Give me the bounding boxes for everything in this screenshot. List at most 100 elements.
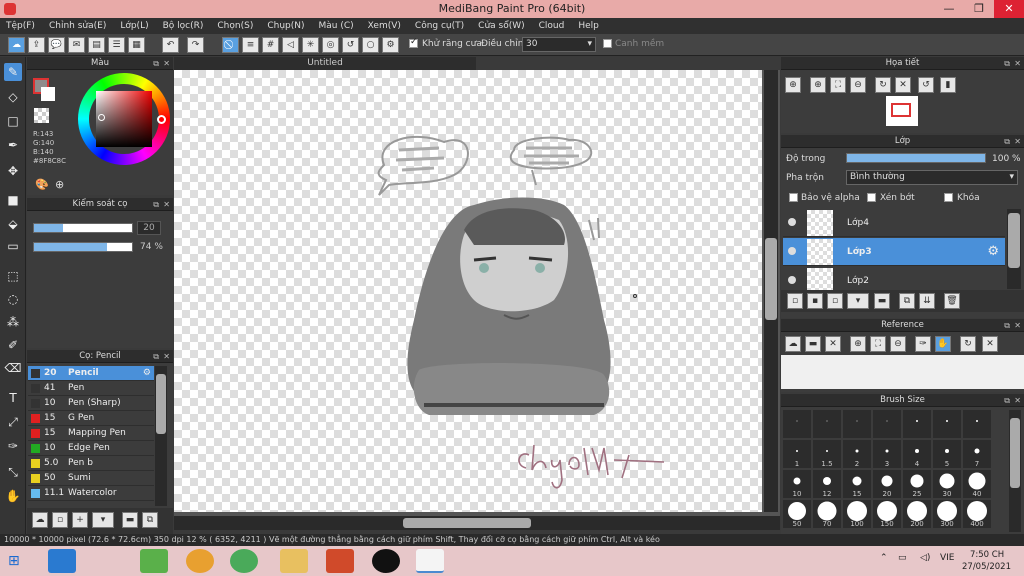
gradient-tool-icon[interactable]: ▭ xyxy=(4,237,22,255)
brush-size-cell[interactable]: 12 xyxy=(813,470,841,498)
clipping-checkbox[interactable] xyxy=(867,193,876,202)
chrome-icon[interactable] xyxy=(186,549,214,573)
volume-icon[interactable]: ◁) xyxy=(920,553,930,563)
protect-alpha-checkbox[interactable] xyxy=(789,193,798,202)
brush-size-cell[interactable]: 1 xyxy=(783,440,811,468)
language-indicator[interactable]: VIE xyxy=(940,553,955,563)
fill-tool-icon[interactable]: ⬙ xyxy=(4,215,22,233)
folder-icon[interactable]: ▬ xyxy=(874,293,890,309)
brush-size-cell[interactable] xyxy=(933,410,961,438)
shape-tool-icon[interactable]: ■ xyxy=(4,191,22,209)
undock-icon[interactable]: ⧉ xyxy=(1004,319,1010,332)
undock-icon[interactable]: ⧉ xyxy=(153,350,159,363)
brush-size-cell[interactable] xyxy=(873,410,901,438)
comment-icon[interactable]: 💬 xyxy=(48,37,65,53)
menu-layer[interactable]: Lớp(L) xyxy=(120,21,148,31)
export-icon[interactable]: ⇪ xyxy=(28,37,45,53)
menu-snap[interactable]: Chụp(N) xyxy=(267,21,304,31)
perspective-snap-icon[interactable]: ◁ xyxy=(282,37,299,53)
brush-size-cell[interactable] xyxy=(843,410,871,438)
brush-size-cell[interactable]: 300 xyxy=(933,500,961,528)
undo-icon[interactable]: ↶ xyxy=(162,37,179,53)
grid-snap-icon[interactable]: # xyxy=(262,37,279,53)
fit-icon[interactable]: ⛶ xyxy=(830,77,846,93)
transparent-swatch[interactable] xyxy=(34,108,49,123)
operation-tool-icon[interactable]: ⤢ xyxy=(4,413,22,431)
clock-time[interactable]: 7:50 CH xyxy=(970,550,1004,560)
duplicate-layer-icon[interactable]: ⧉ xyxy=(899,293,915,309)
dot-tool-icon[interactable]: □ xyxy=(4,112,22,130)
brush-size-cell[interactable] xyxy=(783,410,811,438)
grid-icon[interactable]: ▦ xyxy=(128,37,145,53)
brush-item[interactable]: 11.1 Watercolor xyxy=(28,486,154,501)
antialias-checkbox[interactable] xyxy=(409,37,418,48)
brush-menu-icon[interactable]: ▾ xyxy=(92,512,114,528)
brush-size-cell[interactable]: 20 xyxy=(873,470,901,498)
gear-icon[interactable]: ⚙ xyxy=(143,366,151,381)
drawing-canvas[interactable] xyxy=(174,70,762,512)
document-tab[interactable]: Untitled xyxy=(174,57,476,70)
brush-item[interactable]: 10 Edge Pen xyxy=(28,441,154,456)
tray-chevron-icon[interactable]: ⌃ xyxy=(880,553,888,563)
brush-item[interactable]: 15 G Pen xyxy=(28,411,154,426)
secondary-color-swatch[interactable] xyxy=(41,87,55,101)
brush-list-scrollbar[interactable] xyxy=(155,366,167,506)
cloud-brush-icon[interactable]: ☁ xyxy=(32,512,48,528)
adjust-select[interactable]: 30 ▾ xyxy=(522,37,596,52)
menu-file[interactable]: Tệp(F) xyxy=(6,21,35,31)
undock-icon[interactable]: ⧉ xyxy=(153,57,159,70)
magic-wand-icon[interactable]: ⁂ xyxy=(4,313,22,331)
folder-icon[interactable]: ▬ xyxy=(122,512,138,528)
parallel-snap-icon[interactable]: ≡ xyxy=(242,37,259,53)
clock-date[interactable]: 27/05/2021 xyxy=(962,562,1011,572)
menu-tools[interactable]: Công cụ(T) xyxy=(415,21,464,31)
brush-opacity-slider[interactable] xyxy=(33,242,133,252)
brush-item[interactable]: 20 Pencil ⚙ xyxy=(28,366,154,381)
brush-size-cell[interactable] xyxy=(813,410,841,438)
menu-select[interactable]: Chọn(S) xyxy=(217,21,253,31)
close-icon[interactable]: ✕ xyxy=(163,57,170,70)
layer-row[interactable]: Lớp3 ⚙ xyxy=(783,238,1005,266)
lock-checkbox[interactable] xyxy=(944,193,953,202)
brush-size-cell[interactable]: 150 xyxy=(873,500,901,528)
chat-icon[interactable]: ✉ xyxy=(68,37,85,53)
internet-explorer-icon[interactable] xyxy=(48,549,76,573)
rotate-icon[interactable]: ↻ xyxy=(960,336,976,352)
new-brush-icon[interactable]: ▫ xyxy=(52,512,68,528)
blur-tool-icon[interactable]: ✑ xyxy=(4,437,22,455)
visibility-eye-icon[interactable] xyxy=(788,276,796,284)
brush-size-cell[interactable]: 1.5 xyxy=(813,440,841,468)
curve-snap-icon[interactable]: ↺ xyxy=(342,37,359,53)
canvas-vertical-scrollbar[interactable] xyxy=(764,70,778,512)
zoom-in-icon[interactable]: ⊕ xyxy=(850,336,866,352)
brush-size-cell[interactable]: 2 xyxy=(843,440,871,468)
gear-icon[interactable]: ⚙ xyxy=(382,37,399,53)
lasso-tool-icon[interactable]: ◌ xyxy=(4,290,22,308)
brush-size-cell[interactable]: 3 xyxy=(873,440,901,468)
brush-size-cell[interactable]: 400 xyxy=(963,500,991,528)
eyedropper-icon[interactable]: ⤡ xyxy=(4,463,22,481)
menu-help[interactable]: Help xyxy=(578,21,599,31)
brush-item[interactable]: 50 Sumi xyxy=(28,471,154,486)
layer-scrollbar[interactable] xyxy=(1007,209,1021,289)
menu-color[interactable]: Màu (C) xyxy=(319,21,354,31)
brush-size-cell[interactable]: 70 xyxy=(813,500,841,528)
select-eraser-icon[interactable]: ⌫ xyxy=(4,359,22,377)
layer-opacity-slider[interactable] xyxy=(846,153,986,163)
brush-size-scrollbar[interactable] xyxy=(1009,410,1021,532)
zoom-in-small-icon[interactable]: ⊕ xyxy=(810,77,826,93)
select-pen-icon[interactable]: ✐ xyxy=(4,336,22,354)
undock-icon[interactable]: ⧉ xyxy=(153,198,159,211)
menu-edit[interactable]: Chỉnh sửa(E) xyxy=(49,21,106,31)
flip-icon[interactable]: ✕ xyxy=(982,336,998,352)
circle-snap-icon[interactable]: ○ xyxy=(362,37,379,53)
windows-start-icon[interactable]: ⊞ xyxy=(8,553,24,569)
network-icon[interactable]: ▭ xyxy=(898,553,907,563)
concentric-snap-icon[interactable]: ◎ xyxy=(322,37,339,53)
eyedropper-icon[interactable]: ✑ xyxy=(915,336,931,352)
radial-snap-icon[interactable]: ✳ xyxy=(302,37,319,53)
menu-window[interactable]: Cửa sổ(W) xyxy=(478,21,524,31)
text-tool-icon[interactable]: T xyxy=(4,389,22,407)
brush-item[interactable]: 41 Pen xyxy=(28,381,154,396)
brush-tool-icon[interactable]: ✎ xyxy=(4,63,22,81)
